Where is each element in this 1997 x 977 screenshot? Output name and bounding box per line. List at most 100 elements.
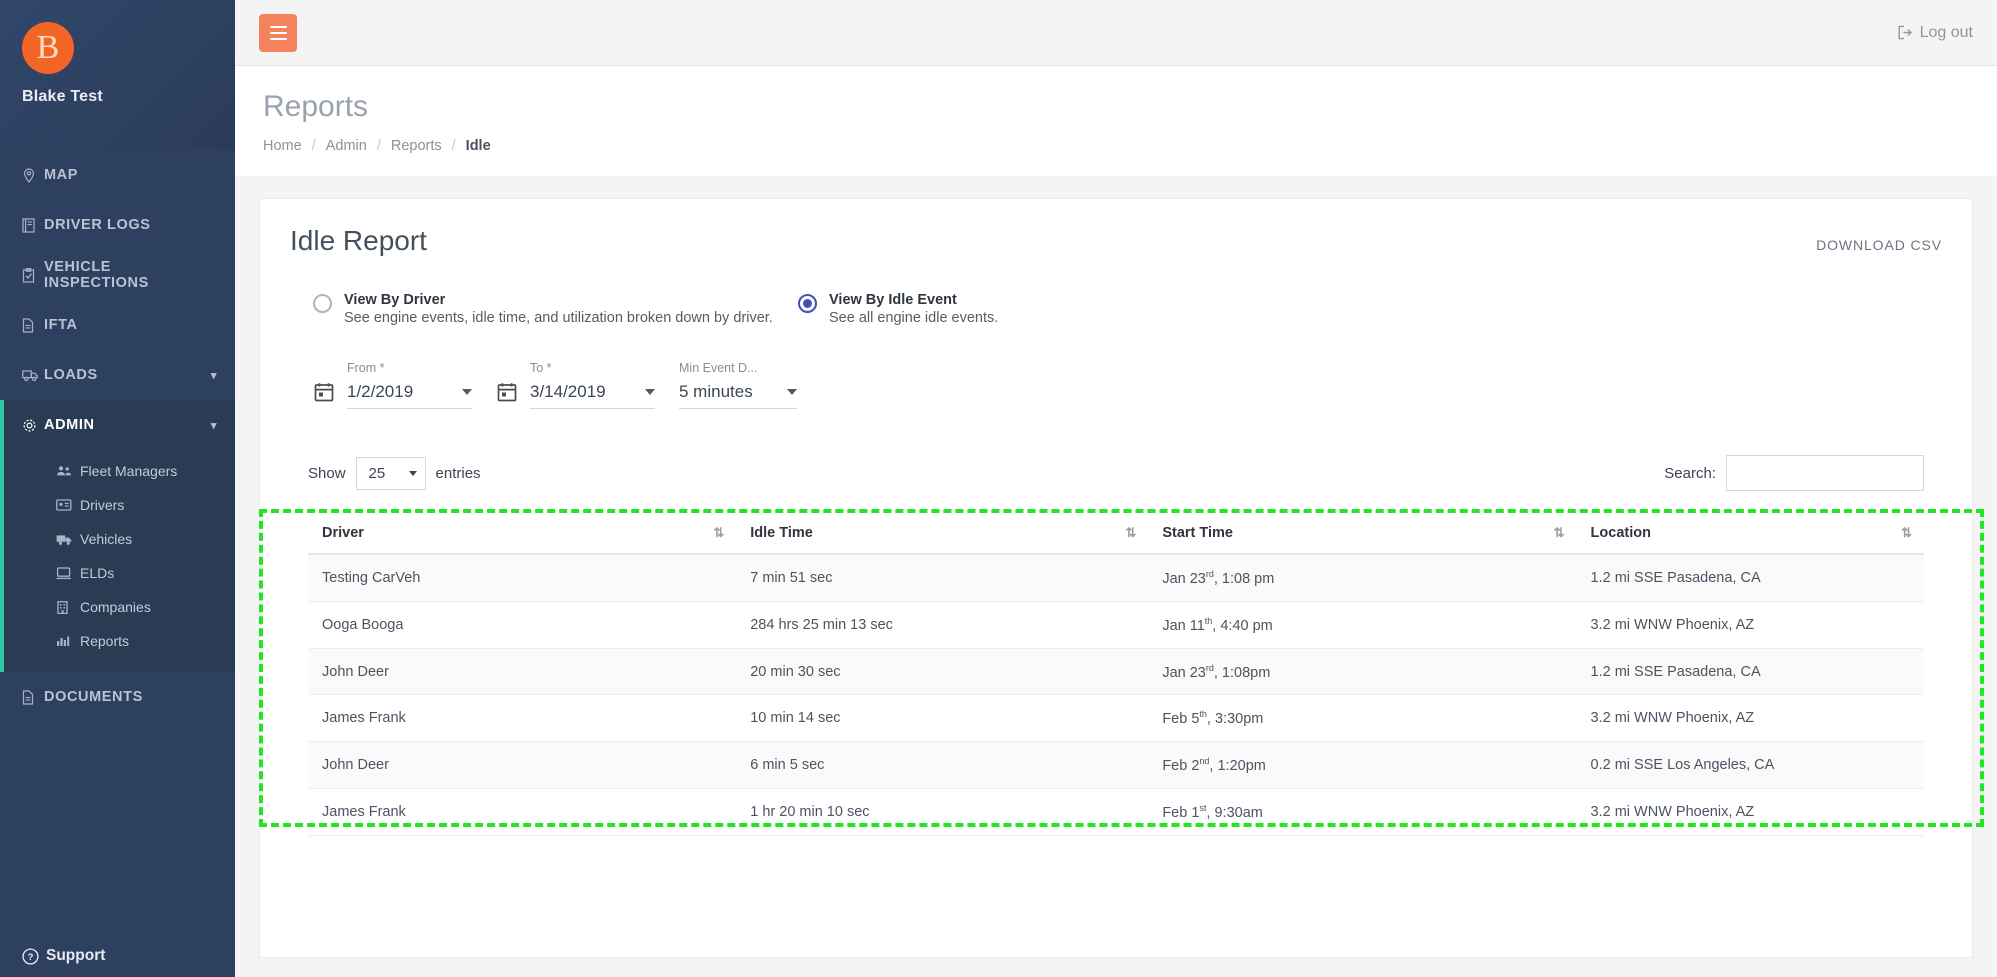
- topbar: Log out: [235, 0, 1997, 66]
- sidebar-item-label: IFTA: [44, 317, 78, 333]
- file-icon: [22, 689, 44, 705]
- radio-view-by-idle-event[interactable]: View By Idle Event See all engine idle e…: [798, 291, 998, 327]
- from-date-select[interactable]: From * 1/2/2019: [347, 361, 472, 409]
- cell-start-time: Jan 23rd, 1:08 pm: [1148, 554, 1577, 602]
- sidebar-item-vehicles[interactable]: Vehicles: [0, 522, 235, 556]
- sidebar-item-loads[interactable]: LOADS ▾: [0, 350, 235, 400]
- start-time-date: Feb 2: [1162, 758, 1200, 775]
- column-header-driver[interactable]: Driver ⇅: [308, 513, 737, 555]
- sidebar-item-map[interactable]: MAP: [0, 150, 235, 200]
- column-header-start-time[interactable]: Start Time ⇅: [1148, 513, 1577, 555]
- card-head: Idle Report DOWNLOAD CSV: [290, 225, 1942, 257]
- to-date-control[interactable]: 3/14/2019: [530, 382, 655, 409]
- download-csv-button[interactable]: DOWNLOAD CSV: [1816, 225, 1942, 253]
- card-title: Idle Report: [290, 225, 427, 256]
- map-pin-icon: [22, 167, 44, 183]
- sidebar-item-label: DOCUMENTS: [44, 689, 143, 705]
- page-head: Reports Home / Admin / Reports / Idle: [235, 66, 1997, 154]
- breadcrumb-item-admin[interactable]: Admin: [326, 138, 367, 154]
- idle-report-card: Idle Report DOWNLOAD CSV View By Driver …: [259, 198, 1973, 958]
- from-date-control[interactable]: 1/2/2019: [347, 382, 472, 409]
- show-entries-control: Show 25 entries: [308, 456, 481, 490]
- radio-view-by-driver[interactable]: View By Driver See engine events, idle t…: [313, 291, 798, 327]
- cell-location: 0.2 mi SSE Los Angeles, CA: [1576, 741, 1924, 790]
- table-body: Testing CarVeh 7 min 51 sec Jan 23rd, 1:…: [308, 554, 1924, 836]
- table-row[interactable]: Ooga Booga 284 hrs 25 min 13 sec Jan 11t…: [308, 601, 1924, 649]
- page-size-select[interactable]: 25: [355, 456, 426, 490]
- sidebar-item-elds[interactable]: ELDs: [0, 556, 235, 590]
- table-row[interactable]: James Frank 1 hr 20 min 10 sec Feb 1st, …: [308, 788, 1924, 836]
- sidebar-item-admin[interactable]: ADMIN ▾: [0, 400, 235, 450]
- min-event-duration-select[interactable]: Min Event D... 5 minutes: [679, 361, 797, 409]
- from-date-label: From *: [347, 361, 385, 375]
- start-time-ordinal: rd: [1205, 569, 1214, 579]
- cell-idle-time: 284 hrs 25 min 13 sec: [736, 601, 1149, 649]
- table-row[interactable]: Testing CarVeh 7 min 51 sec Jan 23rd, 1:…: [308, 554, 1924, 602]
- sidebar-item-label: ELDs: [80, 565, 115, 581]
- start-time-ordinal: th: [1199, 709, 1207, 720]
- breadcrumb-item-reports[interactable]: Reports: [391, 138, 442, 154]
- logout-icon: [1897, 25, 1913, 40]
- sidebar-item-driver-logs[interactable]: DRIVER LOGS: [0, 200, 235, 250]
- sidebar-item-companies[interactable]: Companies: [0, 590, 235, 624]
- sort-icon[interactable]: ⇅: [1901, 525, 1912, 541]
- breadcrumb-separator: /: [311, 138, 316, 154]
- sidebar-item-drivers[interactable]: Drivers: [0, 488, 235, 522]
- view-mode-radio-group: View By Driver See engine events, idle t…: [290, 291, 1942, 327]
- breadcrumb-item-home[interactable]: Home: [263, 138, 302, 154]
- chevron-down-icon: [462, 389, 472, 395]
- hamburger-bar: [269, 25, 287, 28]
- gear-icon: [22, 418, 44, 433]
- support-button[interactable]: ? Support: [0, 947, 235, 965]
- logout-button[interactable]: Log out: [1897, 24, 1973, 42]
- calendar-icon[interactable]: [496, 381, 518, 403]
- column-header-idle-time[interactable]: Idle Time ⇅: [736, 513, 1149, 555]
- cell-location: 3.2 mi WNW Phoenix, AZ: [1576, 694, 1924, 743]
- sidebar-item-label: DRIVER LOGS: [44, 217, 151, 233]
- clipboard-check-icon: [22, 267, 44, 283]
- cell-idle-time: 7 min 51 sec: [736, 554, 1149, 602]
- start-time-date: Jan 23: [1162, 570, 1206, 587]
- menu-toggle-button[interactable]: [259, 13, 297, 52]
- breadcrumb-separator: /: [451, 138, 456, 154]
- table-row[interactable]: John Deer 6 min 5 sec Feb 2nd, 1:20pm 0.…: [308, 741, 1924, 790]
- monitor-icon: [56, 566, 80, 580]
- truck-icon: [56, 533, 80, 546]
- chevron-down-icon: [408, 470, 417, 476]
- sort-asc-icon[interactable]: ⇅: [713, 525, 724, 541]
- show-label: Show: [308, 464, 346, 482]
- from-date-field: From * 1/2/2019: [313, 361, 472, 409]
- cell-driver: James Frank: [308, 694, 737, 743]
- cell-location: 1.2 mi SSE Pasadena, CA: [1576, 554, 1924, 602]
- sidebar-item-documents[interactable]: DOCUMENTS: [0, 672, 235, 722]
- start-time-clock: , 1:08pm: [1213, 664, 1271, 681]
- calendar-icon[interactable]: [313, 381, 335, 403]
- table-header-row: Driver ⇅ Idle Time ⇅ Start Time ⇅ Locati…: [308, 513, 1924, 555]
- radio-circle-selected-icon: [798, 294, 817, 313]
- idle-events-table-wrap: Driver ⇅ Idle Time ⇅ Start Time ⇅ Locati…: [290, 513, 1942, 836]
- min-event-duration-control[interactable]: 5 minutes: [679, 382, 797, 409]
- sidebar-item-label: ADMIN: [44, 417, 95, 433]
- sidebar: B Blake Test MAP DRIVER LOGS VEHICLE INS…: [0, 0, 235, 977]
- sidebar-item-fleet-managers[interactable]: Fleet Managers: [0, 454, 235, 488]
- page-size-value: 25: [368, 464, 386, 482]
- sidebar-item-ifta[interactable]: IFTA: [0, 300, 235, 350]
- question-circle-icon: ?: [22, 947, 46, 965]
- page-title: Reports: [263, 90, 369, 123]
- bar-chart-icon: [56, 635, 80, 647]
- radio-title: View By Driver: [344, 292, 446, 308]
- cell-start-time: Jan 11th, 4:40 pm: [1148, 601, 1577, 649]
- table-row[interactable]: James Frank 10 min 14 sec Feb 5th, 3:30p…: [308, 694, 1924, 743]
- sidebar-item-label: MAP: [44, 167, 79, 183]
- sidebar-item-vehicle-inspections[interactable]: VEHICLE INSPECTIONS: [0, 250, 235, 300]
- start-time-clock: , 4:40 pm: [1212, 617, 1273, 634]
- sort-icon[interactable]: ⇅: [1125, 525, 1136, 541]
- column-header-location[interactable]: Location ⇅: [1576, 513, 1924, 555]
- sort-icon[interactable]: ⇅: [1554, 525, 1565, 541]
- cell-idle-time: 10 min 14 sec: [736, 694, 1149, 743]
- to-date-select[interactable]: To * 3/14/2019: [530, 361, 655, 409]
- sidebar-item-reports[interactable]: Reports: [0, 624, 235, 658]
- breadcrumb-item-idle: Idle: [465, 138, 491, 154]
- table-row[interactable]: John Deer 20 min 30 sec Jan 23rd, 1:08pm…: [308, 648, 1924, 696]
- search-input[interactable]: [1726, 455, 1924, 491]
